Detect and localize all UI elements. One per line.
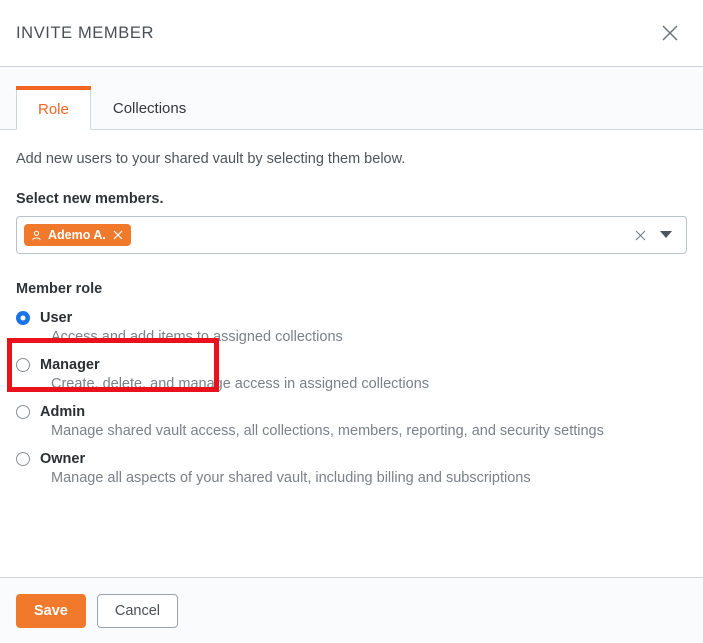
member-chip-label: Ademo A. (48, 228, 106, 242)
radio-manager-description: Create, delete, and manage access in ass… (51, 376, 430, 392)
dialog-header: INVITE MEMBER (0, 0, 703, 66)
page-title: INVITE MEMBER (16, 23, 154, 42)
radio-option-user-row[interactable]: User (16, 310, 687, 326)
radio-admin-description: Manage shared vault access, all collecti… (51, 423, 604, 439)
tab-collections-label: Collections (112, 100, 187, 117)
clear-x-icon (635, 230, 646, 240)
member-role-label: Member role (16, 281, 103, 297)
radio-owner-title: Owner (40, 451, 86, 467)
tab-role[interactable]: Role (16, 86, 91, 130)
radio-admin-title: Admin (40, 404, 86, 420)
radio-option-user[interactable]: User Access and add items to assigned co… (16, 310, 687, 345)
radio-admin-indicator[interactable] (16, 405, 30, 419)
open-dropdown-button[interactable] (660, 231, 672, 239)
radio-option-admin[interactable]: Admin Manage shared vault access, all co… (16, 404, 687, 439)
radio-option-manager[interactable]: Manager Create, delete, and manage acces… (16, 357, 687, 392)
radio-manager-title: Manager (40, 357, 100, 373)
radio-option-manager-row[interactable]: Manager (16, 357, 687, 373)
radio-option-admin-row[interactable]: Admin (16, 404, 687, 420)
close-icon (113, 230, 123, 240)
dialog-body: Add new users to your shared vault by se… (0, 130, 703, 576)
dialog-footer: Save Cancel (0, 577, 703, 643)
remove-member-chip-button[interactable] (113, 230, 123, 240)
tab-bar: Role Collections (0, 66, 703, 130)
chevron-down-icon (660, 231, 672, 238)
radio-owner-indicator[interactable] (16, 452, 30, 466)
radio-user-indicator[interactable] (16, 311, 30, 325)
tab-role-label: Role (38, 100, 69, 118)
person-icon (31, 230, 42, 241)
close-icon (662, 25, 678, 41)
radio-owner-description: Manage all aspects of your shared vault,… (51, 470, 531, 486)
radio-user-description: Access and add items to assigned collect… (51, 329, 343, 345)
selected-members-chips: Ademo A. (24, 217, 635, 253)
radio-option-owner[interactable]: Owner Manage all aspects of your shared … (16, 451, 687, 486)
select-actions (635, 230, 680, 241)
clear-selection-button[interactable] (635, 230, 646, 241)
radio-option-owner-row[interactable]: Owner (16, 451, 687, 467)
tab-collections[interactable]: Collections (91, 87, 208, 129)
select-members-input[interactable]: Ademo A. (16, 216, 687, 254)
select-members-label: Select new members. (16, 191, 164, 207)
member-chip[interactable]: Ademo A. (24, 224, 131, 246)
intro-text: Add new users to your shared vault by se… (16, 151, 406, 167)
member-role-radio-group: User Access and add items to assigned co… (16, 310, 687, 486)
radio-manager-indicator[interactable] (16, 358, 30, 372)
save-button[interactable]: Save (16, 593, 86, 628)
cancel-button[interactable]: Cancel (96, 593, 179, 628)
close-dialog-button[interactable] (655, 18, 685, 48)
radio-user-title: User (40, 310, 73, 326)
